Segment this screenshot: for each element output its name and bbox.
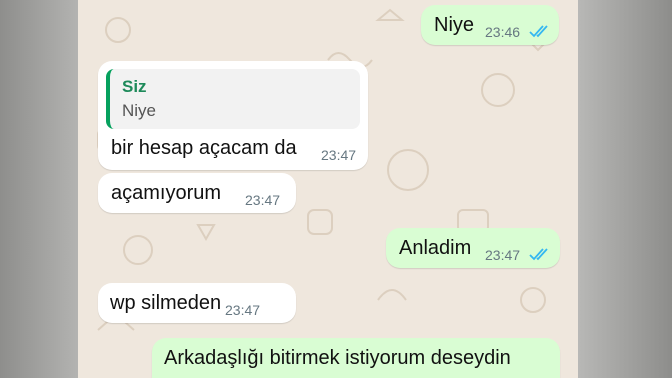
chat-area[interactable]: Niye 23:46 Siz Niye bir hesap açacam da … (78, 0, 578, 378)
message-time: 23:47 (245, 192, 281, 208)
message-time: 23:46 (485, 24, 521, 40)
message-time: 23:47 (485, 247, 521, 263)
quoted-reply[interactable]: Siz Niye (106, 69, 360, 129)
message-bubble-incoming[interactable]: wp silmeden 23:47 (98, 283, 296, 323)
message-text: wp silmeden (110, 292, 222, 314)
message-text: Arkadaşlığı bitirmek istiyorum deseydin (164, 347, 511, 369)
message-text: bir hesap açacam da (111, 137, 297, 159)
right-backdrop (578, 0, 672, 378)
double-check-read-icon (529, 25, 548, 38)
message-bubble-incoming[interactable]: Siz Niye bir hesap açacam da 23:47 (98, 61, 368, 170)
message-bubble-outgoing[interactable]: Anladim 23:47 (386, 228, 560, 268)
quoted-text: Niye (122, 101, 157, 120)
message-text: açamıyorum (111, 182, 222, 204)
quoted-author: Siz (122, 77, 147, 96)
message-text: Niye (434, 14, 475, 36)
message-bubble-outgoing[interactable]: Niye 23:46 (421, 5, 559, 45)
message-time: 23:47 (225, 302, 261, 318)
message-bubble-outgoing[interactable]: Arkadaşlığı bitirmek istiyorum deseydin (152, 338, 560, 378)
message-time: 23:47 (321, 147, 357, 163)
left-backdrop (0, 0, 78, 378)
message-bubble-incoming[interactable]: açamıyorum 23:47 (98, 173, 296, 213)
double-check-read-icon (529, 248, 548, 261)
message-text: Anladim (399, 237, 472, 259)
